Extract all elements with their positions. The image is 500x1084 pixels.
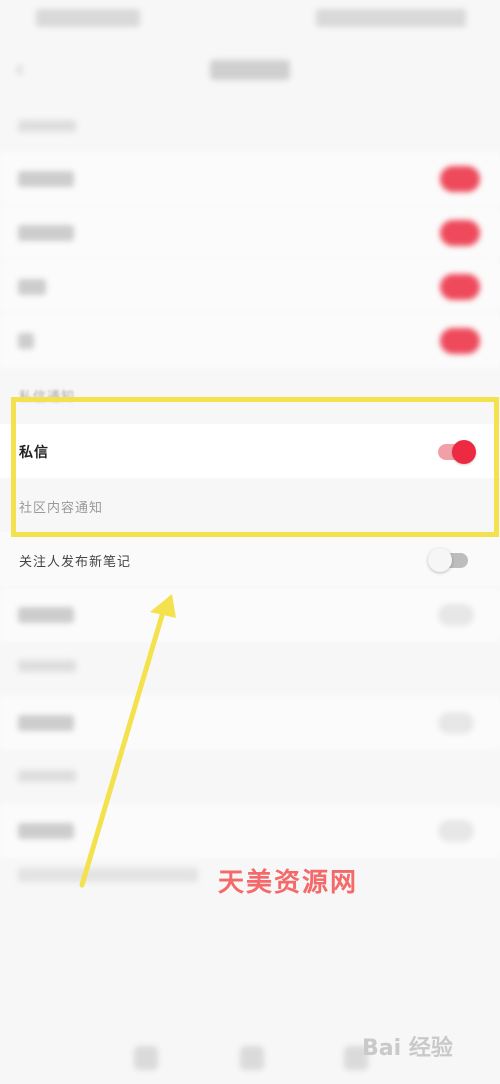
watermark-text: 天美资源网 [218,867,359,897]
baidu-watermark: Bai 经验 [362,1036,453,1061]
arrow-annotation [79,594,176,888]
